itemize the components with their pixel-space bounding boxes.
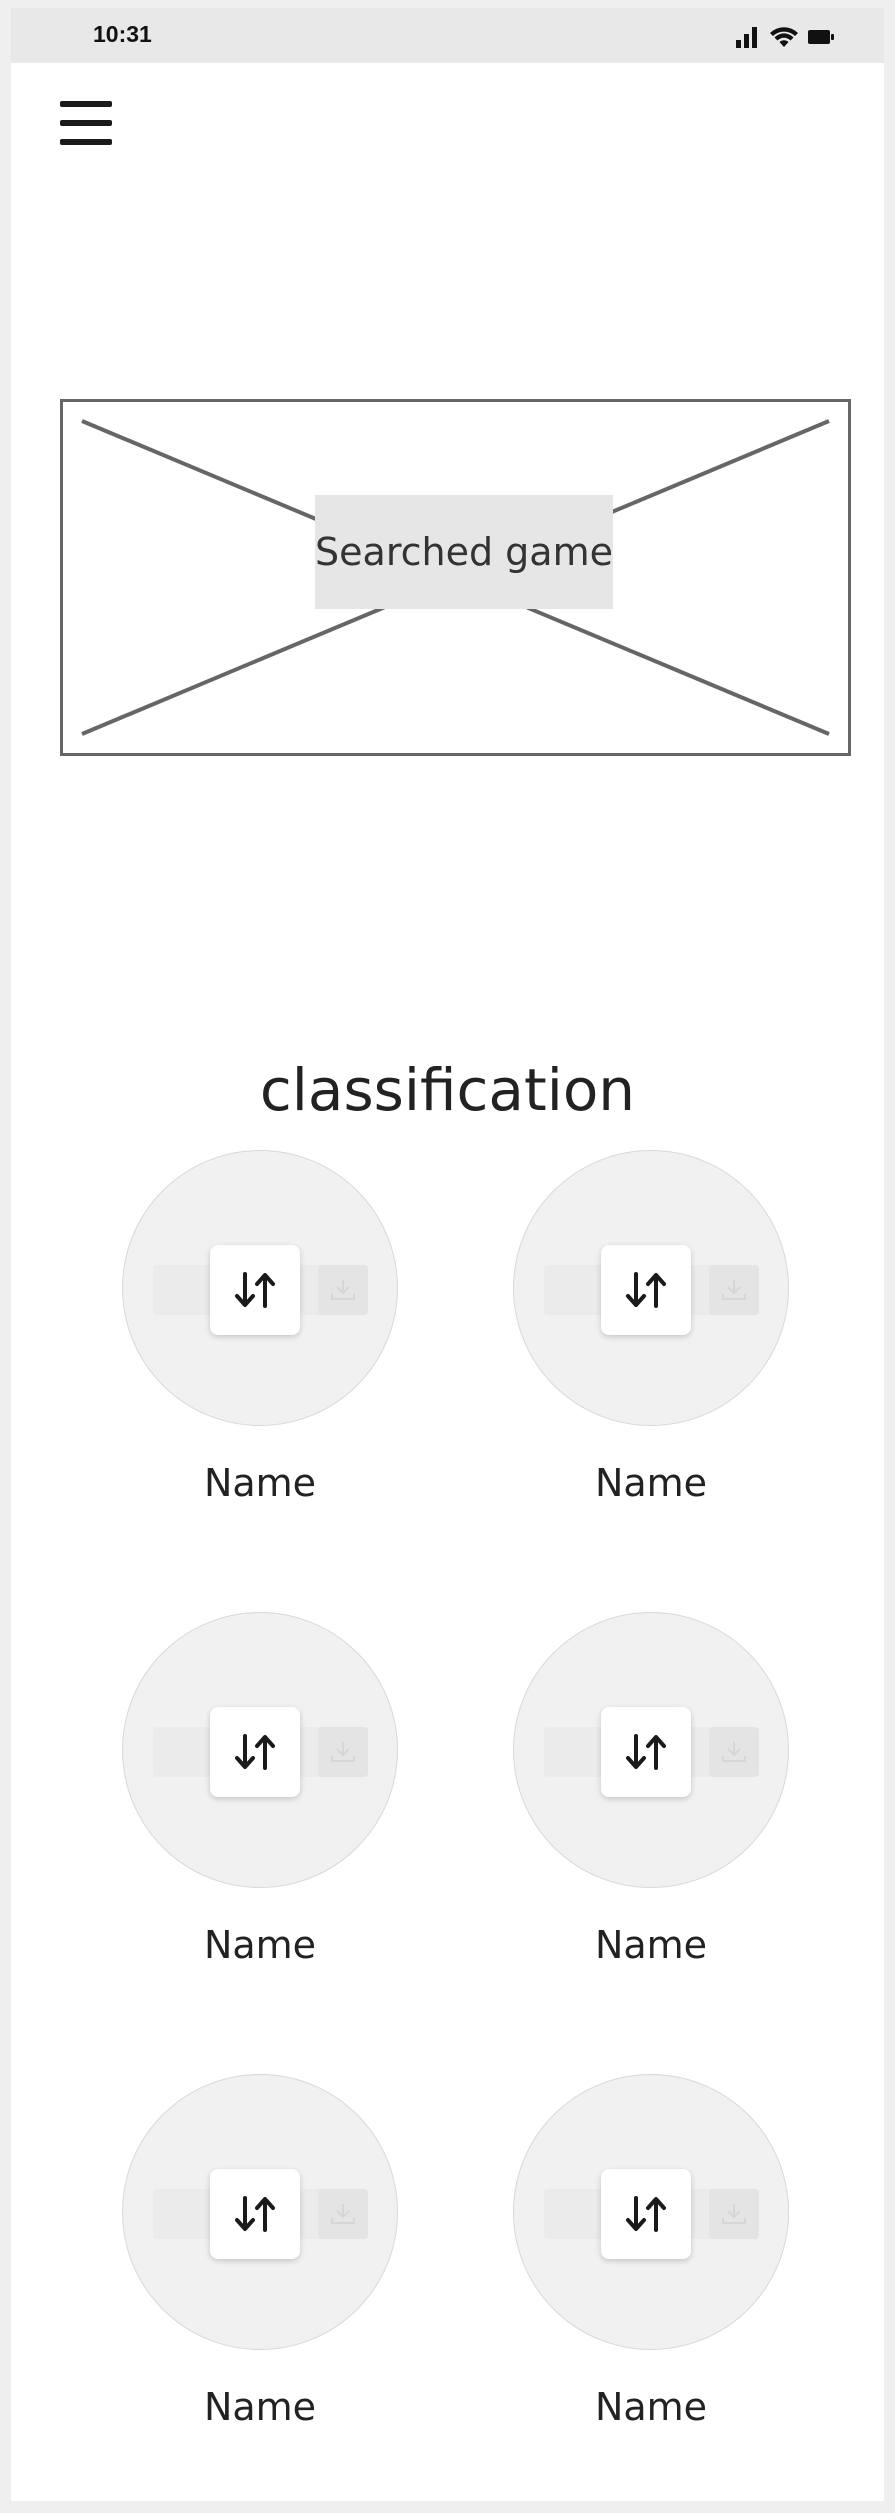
banner-label: Searched game [315,495,613,609]
category-item[interactable]: Name [122,1150,398,1502]
category-item[interactable]: Name [122,2074,398,2426]
status-time: 10:31 [93,21,152,47]
status-bar: 10:31 [11,8,884,63]
signal-icon [736,27,757,48]
category-item[interactable]: Name [122,1612,398,1964]
swap-vertical-icon [626,2196,666,2232]
category-item[interactable]: Name [513,2074,789,2426]
category-item[interactable]: Name [513,1612,789,1964]
swap-vertical-icon [235,2196,275,2232]
battery-icon [808,30,834,44]
classification-title: classification [259,1056,636,1124]
wifi-icon [770,27,798,47]
category-image [513,1612,789,1888]
category-name: Name [203,1923,317,1967]
menu-button[interactable] [60,99,114,149]
category-name: Name [203,1461,317,1505]
category-name: Name [594,2385,708,2429]
category-item[interactable]: Name [513,1150,789,1502]
category-image [513,2074,789,2350]
category-image [122,2074,398,2350]
swap-vertical-icon [235,1734,275,1770]
category-image [513,1150,789,1426]
searched-game-banner[interactable]: Searched game [60,399,851,756]
category-name: Name [594,1923,708,1967]
status-icons [736,26,834,48]
category-name: Name [594,1461,708,1505]
swap-vertical-icon [626,1272,666,1308]
swap-vertical-icon [626,1734,666,1770]
category-image [122,1150,398,1426]
category-name: Name [203,2385,317,2429]
swap-vertical-icon [235,1272,275,1308]
category-image [122,1612,398,1888]
app-screen: Searched game classification Name Name N… [11,63,884,2501]
